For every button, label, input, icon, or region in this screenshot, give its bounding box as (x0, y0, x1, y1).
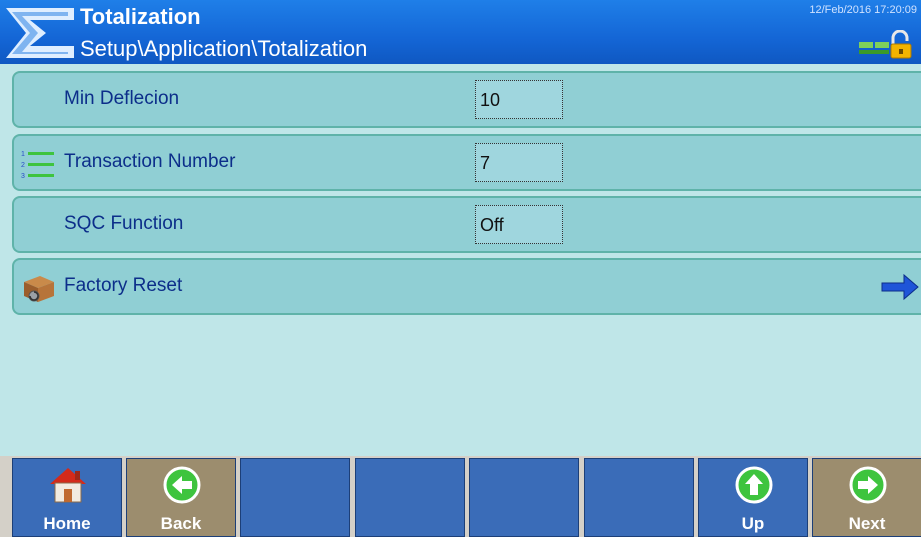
svg-text:3: 3 (21, 173, 25, 180)
header-bar: Totalization Setup\Application\Totalizat… (0, 0, 921, 64)
unlocked-padlock-icon (890, 30, 912, 59)
status-icons (859, 30, 912, 59)
transaction-number-field[interactable]: 7 (475, 143, 563, 182)
datetime-readout: 12/Feb/2016 17:20:09 (809, 4, 917, 16)
breadcrumb: Setup\Application\Totalization (80, 36, 368, 61)
min-deflecion-field[interactable]: 10 (475, 80, 563, 119)
row-label: Transaction Number (64, 151, 236, 172)
back-button[interactable]: Back (126, 458, 236, 537)
up-label: Up (741, 514, 765, 533)
next-arrow-icon (849, 466, 887, 504)
right-arrow-icon[interactable] (880, 272, 920, 302)
home-button[interactable]: Home (12, 458, 122, 537)
softkey-bar: Home Back Up Next (0, 456, 921, 537)
sqc-function-field[interactable]: Off (475, 205, 563, 244)
back-arrow-icon (163, 466, 201, 504)
softkey-3-blank (240, 458, 350, 537)
back-label: Back (160, 514, 202, 533)
softkey-5-blank (469, 458, 579, 537)
setting-row-sqc-function[interactable]: SQC Function Off (12, 196, 921, 253)
reset-box-icon (24, 276, 54, 302)
row-label: SQC Function (64, 213, 184, 234)
svg-text:1: 1 (21, 151, 25, 158)
next-label: Next (848, 514, 886, 533)
softkey-4-blank (355, 458, 465, 537)
numbered-list-icon: 1 2 3 (21, 151, 54, 180)
softkey-6-blank (584, 458, 694, 537)
terminal-screen: Totalization Setup\Application\Totalizat… (0, 0, 921, 537)
sigma-logo-icon (6, 8, 74, 58)
setting-row-min-deflecion[interactable]: Min Deflecion 10 (12, 71, 921, 128)
page-title: Totalization (80, 4, 201, 29)
row-label: Factory Reset (64, 275, 183, 296)
home-icon (50, 468, 86, 503)
home-label: Home (43, 514, 91, 533)
row-label: Min Deflecion (64, 88, 180, 109)
up-arrow-icon (735, 466, 773, 504)
scale-icon (859, 42, 889, 54)
setting-row-transaction-number[interactable]: 1 2 3 Transaction Number 7 (12, 134, 921, 191)
up-button[interactable]: Up (698, 458, 808, 537)
next-button[interactable]: Next (812, 458, 921, 537)
svg-text:2: 2 (21, 162, 25, 169)
setting-row-factory-reset[interactable]: Factory Reset (12, 258, 921, 315)
